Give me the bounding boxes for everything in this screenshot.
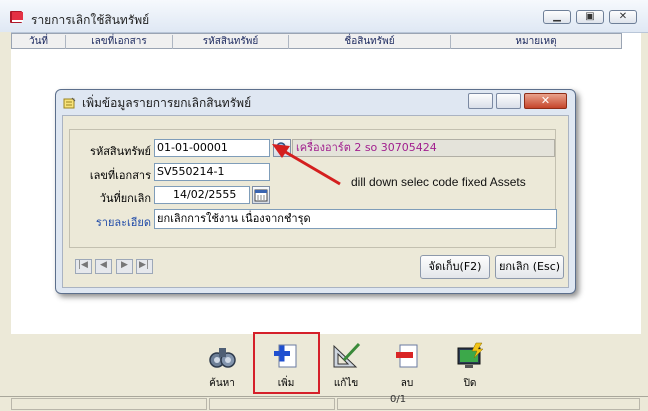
edit-tool-label: แก้ไข bbox=[333, 378, 359, 389]
status-cell-2 bbox=[209, 398, 335, 410]
edit-ruler-icon bbox=[333, 342, 361, 368]
cancel-date-label: วันที่ยกเลิก bbox=[99, 192, 151, 205]
edit-tool-button[interactable]: แก้ไข bbox=[326, 340, 366, 391]
close-tool-label: ปิด bbox=[463, 378, 477, 389]
delete-tool-label: ลบ bbox=[400, 378, 414, 389]
close-window-button[interactable]: ✕ bbox=[609, 10, 637, 24]
window-frame bbox=[0, 32, 11, 338]
add-button-highlight bbox=[253, 332, 320, 394]
detail-input[interactable]: ยกเลิกการใช้งาน เนื่องจากชำรุด bbox=[154, 209, 557, 229]
minimize-icon: ▁ bbox=[553, 11, 561, 22]
last-record-button[interactable]: ▶| bbox=[136, 259, 153, 274]
last-icon: ▶| bbox=[139, 260, 149, 270]
window-title: รายการเลิกใช้สินทรัพย์ bbox=[31, 13, 150, 27]
search-tool-label: ค้นหา bbox=[209, 378, 235, 389]
status-cell-3 bbox=[337, 398, 640, 410]
page-indicator: 0/1 bbox=[390, 394, 407, 405]
prev-icon: ◀ bbox=[100, 260, 107, 270]
exit-monitor-icon bbox=[457, 342, 484, 368]
col-remark[interactable]: หมายเหตุ bbox=[451, 35, 621, 49]
detail-label: รายละเอียด bbox=[95, 216, 151, 229]
search-tool-button[interactable]: ค้นหา bbox=[202, 340, 242, 391]
calendar-icon bbox=[254, 189, 268, 202]
status-bar: 0/1 bbox=[0, 394, 648, 411]
close-icon: ✕ bbox=[618, 11, 628, 22]
next-record-button[interactable]: ▶ bbox=[116, 259, 133, 274]
doc-no-input[interactable]: SV550214-1 bbox=[154, 163, 270, 181]
delete-document-icon bbox=[396, 344, 418, 368]
asset-code-input[interactable]: 01-01-00001 bbox=[154, 139, 270, 157]
status-cell-1 bbox=[11, 398, 207, 410]
dialog-maximize-button[interactable] bbox=[496, 93, 521, 109]
grid-corner bbox=[622, 33, 641, 49]
cancel-button[interactable]: ยกเลิก (Esc) bbox=[495, 255, 564, 279]
annotation-text: dill down selec code fixed Assets bbox=[351, 175, 526, 189]
maximize-icon: ▣ bbox=[585, 11, 595, 22]
col-date[interactable]: วันที่ bbox=[12, 35, 66, 49]
col-asset-name[interactable]: ชื่อสินทรัพย์ bbox=[289, 35, 451, 49]
dialog-title: เพิ่มข้อมูลรายการยกเลิกสินทรัพย์ bbox=[82, 96, 252, 110]
first-record-button[interactable]: |◀ bbox=[75, 259, 92, 274]
title-bar: รายการเลิกใช้สินทรัพย์ ▁ ▣ ✕ bbox=[0, 0, 648, 33]
close-tool-button[interactable]: ปิด bbox=[450, 340, 490, 391]
add-cancel-dialog: เพิ่มข้อมูลรายการยกเลิกสินทรัพย์ ✕ รหัสส… bbox=[55, 89, 576, 294]
annotation-arrow bbox=[272, 144, 341, 186]
delete-tool-button[interactable]: ลบ bbox=[387, 340, 427, 391]
doc-no-label: เลขที่เอกสาร bbox=[89, 169, 151, 182]
app-book-icon bbox=[10, 11, 23, 23]
first-icon: |◀ bbox=[78, 260, 88, 270]
col-doc-no[interactable]: เลขที่เอกสาร bbox=[66, 35, 173, 49]
grid-header: วันที่ เลขที่เอกสาร รหัสสินทรัพย์ ชื่อสิ… bbox=[11, 33, 622, 49]
cancel-date-input[interactable]: 14/02/2555 bbox=[154, 186, 250, 204]
minimize-button[interactable]: ▁ bbox=[543, 10, 571, 24]
dialog-close-button[interactable]: ✕ bbox=[524, 93, 567, 109]
maximize-button[interactable]: ▣ bbox=[576, 10, 604, 24]
notepad-icon bbox=[63, 97, 76, 109]
next-icon: ▶ bbox=[121, 260, 128, 270]
col-asset-code[interactable]: รหัสสินทรัพย์ bbox=[173, 35, 289, 49]
prev-record-button[interactable]: ◀ bbox=[95, 259, 112, 274]
close-icon: ✕ bbox=[540, 94, 551, 107]
save-button[interactable]: จัดเก็บ(F2) bbox=[420, 255, 490, 279]
dialog-minimize-button[interactable] bbox=[468, 93, 493, 109]
binoculars-icon bbox=[209, 348, 236, 368]
asset-code-label: รหัสสินทรัพย์ bbox=[90, 145, 151, 158]
